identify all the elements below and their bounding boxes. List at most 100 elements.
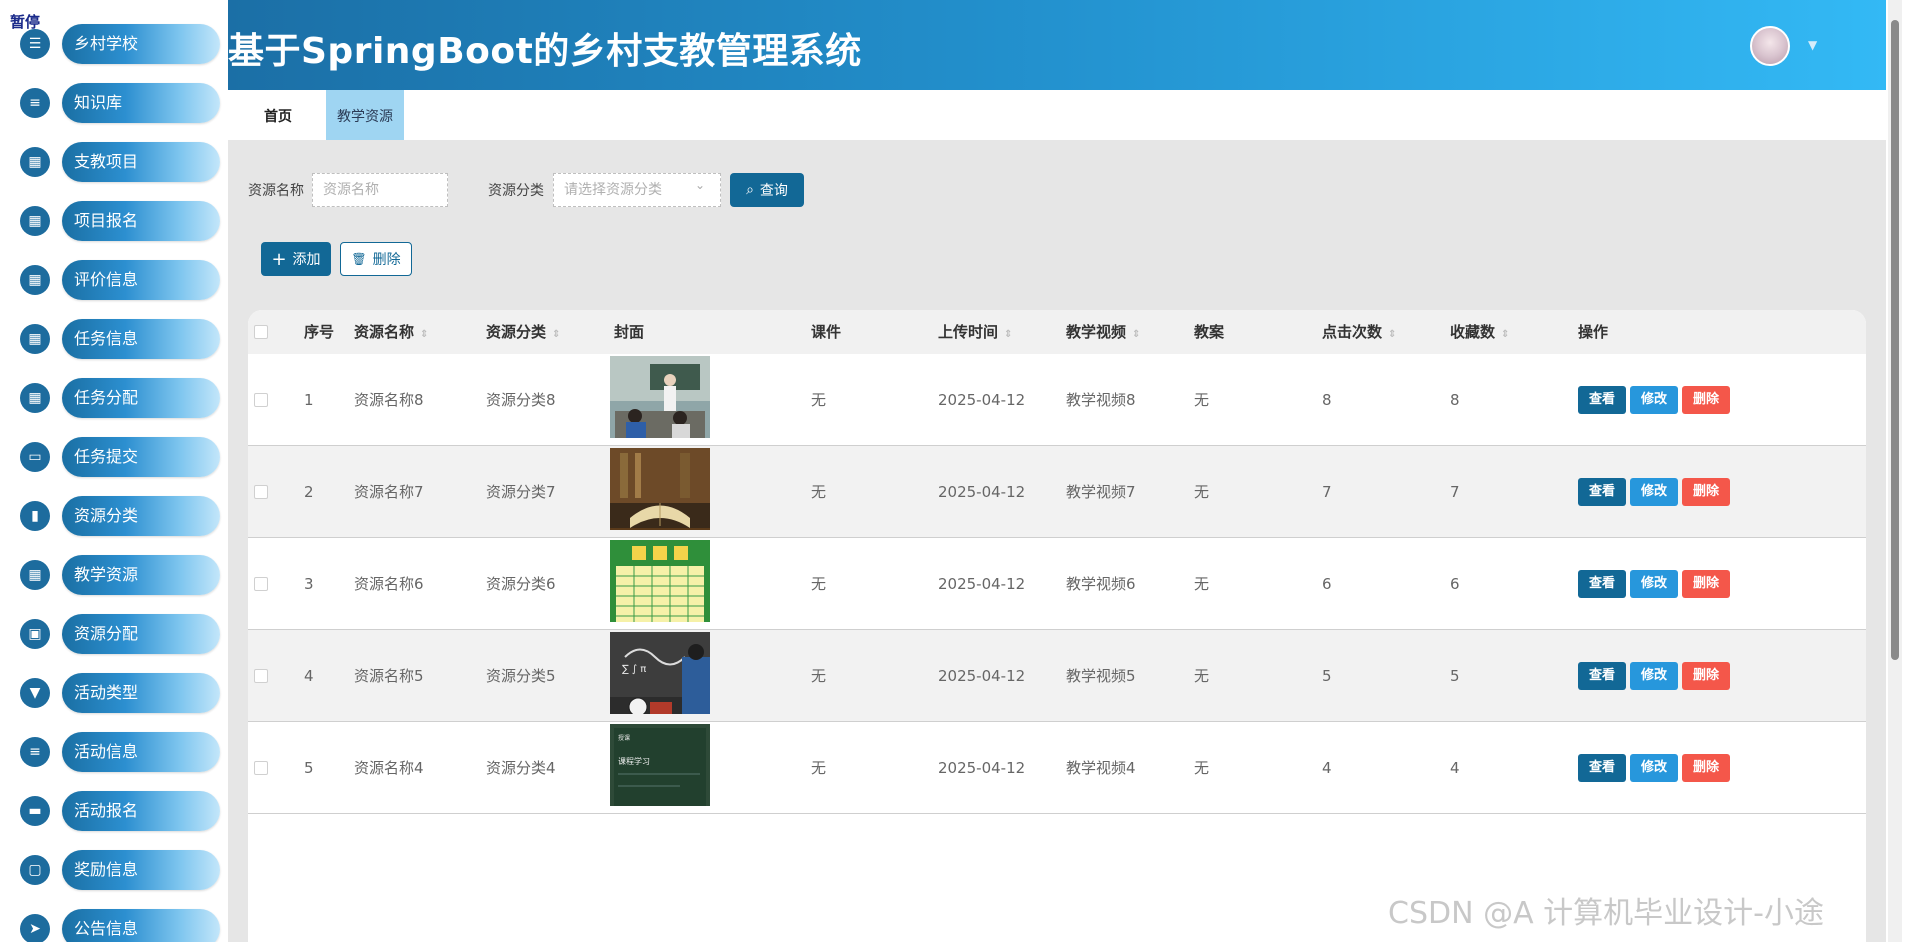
cell-clicks: 5 <box>1322 667 1332 685</box>
sidebar-item[interactable]: ▦ 任务信息 <box>20 319 222 359</box>
cell-clicks: 4 <box>1322 759 1332 777</box>
edit-button[interactable]: 修改 <box>1630 570 1678 598</box>
row-checkbox[interactable] <box>254 669 268 683</box>
sidebar-item[interactable]: ≡ 活动信息 <box>20 732 222 772</box>
stamp-icon: ▭ <box>20 442 50 472</box>
cover-image: 授课 课程学习 <box>610 724 710 806</box>
cell-lesson-plan: 无 <box>1194 575 1210 593</box>
sidebar-item-label: 支教项目 <box>74 152 139 171</box>
table-row: 5 资源名称4 资源分类4 无 2025-04-12 教学视频4 无 4 4 授课 课程学习 查看 修改… <box>248 722 1866 814</box>
main-content: 资源名称 资源名称 资源分类 请选择资源分类 ⌄ ⌕ 查询 + 添加 🗑 删除 … <box>228 140 1886 942</box>
pause-tag: 暂停 <box>10 13 41 31</box>
sort-icon: ⇕ <box>420 329 429 340</box>
cell-name: 资源名称8 <box>354 391 424 409</box>
cell-upload-time: 2025-04-12 <box>938 391 1026 409</box>
edit-button[interactable]: 修改 <box>1630 754 1678 782</box>
sidebar-item[interactable]: ☰ 乡村学校 <box>20 24 222 64</box>
sidebar-item-label: 知识库 <box>74 93 123 112</box>
trash-icon: 🗑 <box>351 252 367 266</box>
col-video[interactable]: 教学视频 ⇕ <box>1066 310 1140 354</box>
sidebar-item[interactable]: ➤ 公告信息 <box>20 909 222 942</box>
chevron-down-icon[interactable]: ▼ <box>1808 38 1817 52</box>
cell-favorites: 8 <box>1450 391 1460 409</box>
cell-courseware: 无 <box>811 759 827 777</box>
sidebar-item[interactable]: ▮ 资源分类 <box>20 496 222 536</box>
sidebar-item-label: 任务提交 <box>74 447 139 466</box>
sidebar-item[interactable]: ≡ 知识库 <box>20 83 222 123</box>
row-checkbox[interactable] <box>254 577 268 591</box>
edit-button[interactable]: 修改 <box>1630 662 1678 690</box>
sidebar-item-label: 资源分类 <box>74 506 139 525</box>
cell-courseware: 无 <box>811 483 827 501</box>
sidebar-item[interactable]: ▦ 项目报名 <box>20 201 222 241</box>
cell-name: 资源名称4 <box>354 759 424 777</box>
grid-icon: ▦ <box>20 147 50 177</box>
view-button[interactable]: 查看 <box>1578 570 1626 598</box>
col-courseware: 课件 <box>811 323 842 341</box>
cell-lesson-plan: 无 <box>1194 667 1210 685</box>
cell-video: 教学视频5 <box>1066 667 1136 685</box>
sidebar-item[interactable]: ▬ 活动报名 <box>20 791 222 831</box>
flag-icon: ▼ <box>20 678 50 708</box>
view-button[interactable]: 查看 <box>1578 754 1626 782</box>
cell-lesson-plan: 无 <box>1194 391 1210 409</box>
cell-courseware: 无 <box>811 575 827 593</box>
delete-button[interactable]: 删除 <box>1682 386 1730 414</box>
resource-name-input[interactable]: 资源名称 <box>312 173 448 207</box>
sidebar-item[interactable]: ▦ 支教项目 <box>20 142 222 182</box>
sidebar-item[interactable]: ▦ 任务分配 <box>20 378 222 418</box>
view-button[interactable]: 查看 <box>1578 662 1626 690</box>
query-button[interactable]: ⌕ 查询 <box>730 173 804 207</box>
user-avatar[interactable] <box>1750 26 1790 66</box>
delete-button[interactable]: 删除 <box>1682 754 1730 782</box>
col-clicks[interactable]: 点击次数 ⇕ <box>1322 310 1396 354</box>
sort-icon: ⇕ <box>1388 329 1397 340</box>
row-checkbox[interactable] <box>254 761 268 775</box>
sidebar-item[interactable]: ▣ 资源分配 <box>20 614 222 654</box>
row-checkbox[interactable] <box>254 485 268 499</box>
batch-delete-button[interactable]: 🗑 删除 <box>340 242 412 276</box>
cover-image <box>610 448 710 530</box>
delete-button[interactable]: 删除 <box>1682 478 1730 506</box>
sidebar-item[interactable]: ▦ 评价信息 <box>20 260 222 300</box>
tab-bar: 首页 教学资源 <box>228 90 1886 140</box>
cell-category: 资源分类7 <box>486 483 556 501</box>
cell-clicks: 6 <box>1322 575 1332 593</box>
col-actions: 操作 <box>1578 323 1609 341</box>
row-checkbox[interactable] <box>254 393 268 407</box>
cell-clicks: 8 <box>1322 391 1332 409</box>
monitor-icon: ▢ <box>20 855 50 885</box>
table-row: 3 资源名称6 资源分类6 无 2025-04-12 教学视频6 无 6 6 查看 修改 删除 <box>248 538 1866 630</box>
table-row: 4 资源名称5 资源分类5 无 2025-04-12 教学视频5 无 5 5 ∑ ∫ π 查看 修改删… <box>248 630 1866 722</box>
grid-icon: ▦ <box>20 265 50 295</box>
cell-video: 教学视频6 <box>1066 575 1136 593</box>
col-name[interactable]: 资源名称 ⇕ <box>354 310 428 354</box>
grid-icon: ▦ <box>20 560 50 590</box>
delete-button[interactable]: 删除 <box>1682 662 1730 690</box>
sidebar-item[interactable]: ▭ 任务提交 <box>20 437 222 477</box>
resource-name-label: 资源名称 <box>248 183 304 199</box>
tab-teaching-resources[interactable]: 教学资源 <box>326 90 404 140</box>
cell-favorites: 6 <box>1450 575 1460 593</box>
delete-button[interactable]: 删除 <box>1682 570 1730 598</box>
col-favorites[interactable]: 收藏数 ⇕ <box>1450 310 1509 354</box>
add-button[interactable]: + 添加 <box>261 242 331 276</box>
select-all-checkbox[interactable] <box>254 325 268 339</box>
sidebar-item[interactable]: ▼ 活动类型 <box>20 673 222 713</box>
sidebar-item[interactable]: ▦ 教学资源 <box>20 555 222 595</box>
table-header: 序号 资源名称 ⇕ 资源分类 ⇕ 封面 课件 上传时间 ⇕ 教学视频 ⇕ 教案 点击次数… <box>248 310 1866 354</box>
plus-icon: + <box>271 248 287 270</box>
cell-category: 资源分类5 <box>486 667 556 685</box>
col-category[interactable]: 资源分类 ⇕ <box>486 310 560 354</box>
sidebar-item-label: 项目报名 <box>74 211 139 230</box>
sidebar-item[interactable]: ▢ 奖励信息 <box>20 850 222 890</box>
tab-home[interactable]: 首页 <box>253 90 303 140</box>
sidebar-item-label: 任务信息 <box>74 329 139 348</box>
col-upload-time[interactable]: 上传时间 ⇕ <box>938 310 1012 354</box>
view-button[interactable]: 查看 <box>1578 478 1626 506</box>
view-button[interactable]: 查看 <box>1578 386 1626 414</box>
edit-button[interactable]: 修改 <box>1630 478 1678 506</box>
edit-button[interactable]: 修改 <box>1630 386 1678 414</box>
page-scrollbar[interactable] <box>1888 0 1902 942</box>
scrollbar-thumb[interactable] <box>1891 20 1899 660</box>
